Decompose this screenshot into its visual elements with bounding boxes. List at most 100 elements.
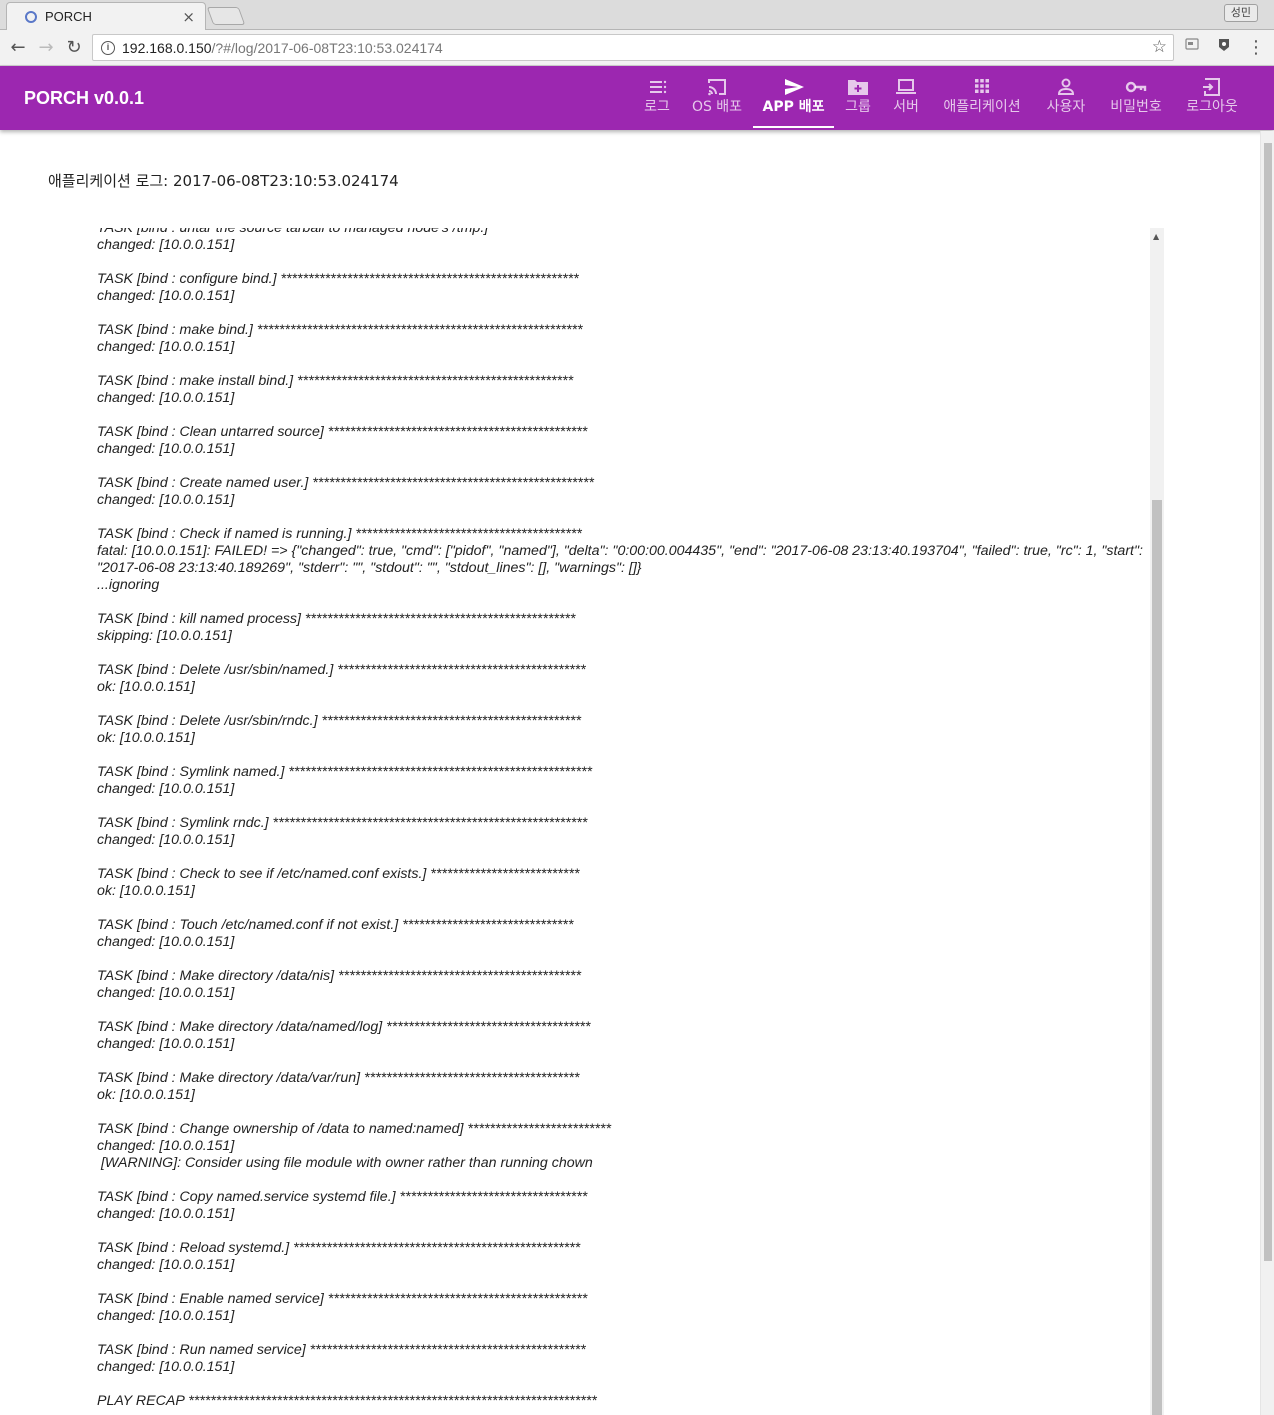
cast-icon — [688, 76, 746, 98]
log-task-line: TASK [bind : Reload systemd.] **********… — [97, 1240, 581, 1256]
laptop-icon — [890, 76, 922, 98]
nav-application[interactable]: 애플리케이션 — [938, 76, 1026, 128]
log-task-line: PLAY RECAP *****************************… — [97, 1393, 597, 1409]
forward-icon[interactable]: → — [34, 36, 58, 60]
nav-label: 비밀번호 — [1110, 99, 1162, 115]
log-result-line: ok: [10.0.0.151] — [97, 1087, 195, 1103]
log-entry: TASK [bind : Enable named service] *****… — [97, 1291, 1143, 1325]
log-task-line: TASK [bind : Copy named.service systemd … — [97, 1189, 588, 1205]
nav-os-deploy[interactable]: OS 배포 — [688, 76, 746, 128]
profile-button[interactable]: 성민 — [1223, 4, 1258, 22]
folder-add-icon — [842, 76, 874, 98]
log-task-line: TASK [bind : make install bind.] *******… — [97, 373, 574, 389]
nav-label: 로그아웃 — [1186, 99, 1238, 115]
log-task-line: TASK [bind : Symlink rndc.] ************… — [97, 815, 588, 831]
log-result-line: changed: [10.0.0.151] — [97, 1257, 235, 1273]
log-task-line: TASK [bind : Clean untarred source] ****… — [97, 424, 588, 440]
info-icon[interactable]: i — [101, 40, 115, 55]
nav-log[interactable]: 로그 — [640, 76, 674, 128]
log-result-line: changed: [10.0.0.151] — [97, 441, 235, 457]
log-scrollbar[interactable]: ▲ — [1150, 228, 1164, 1415]
page-scrollbar[interactable] — [1260, 131, 1274, 1415]
log-result-line: changed: [10.0.0.151] — [97, 237, 235, 253]
nav-logout[interactable]: 로그아웃 — [1182, 76, 1242, 128]
log-scroll-thumb[interactable] — [1152, 500, 1162, 1415]
nav-user[interactable]: 사용자 — [1043, 76, 1089, 128]
log-result-line: changed: [10.0.0.151] — [97, 1359, 235, 1375]
log-entry: TASK [bind : Make directory /data/nis] *… — [97, 968, 1143, 1002]
log-content: TASK [bind : untar the source tarball to… — [97, 228, 1143, 1415]
log-result-line: [WARNING]: Consider using file module wi… — [97, 1155, 593, 1171]
nav-group[interactable]: 그룹 — [842, 76, 874, 128]
log-entry: TASK [bind : Delete /usr/sbin/rndc.] ***… — [97, 713, 1143, 747]
bookmark-star-icon[interactable]: ☆ — [1152, 37, 1167, 57]
log-result-line: fatal: [10.0.0.151]: FAILED! => {"change… — [97, 543, 1147, 576]
app-brand[interactable]: PORCH v0.0.1 — [24, 88, 144, 109]
log-entry: TASK [bind : Copy named.service systemd … — [97, 1189, 1143, 1223]
log-result-line: changed: [10.0.0.151] — [97, 832, 235, 848]
new-tab-button[interactable] — [206, 7, 246, 25]
shield-extension-icon[interactable] — [1216, 38, 1232, 54]
scroll-up-arrow-icon[interactable]: ▲ — [1153, 232, 1159, 241]
address-bar[interactable]: i 192.168.0.150/?#/log/2017-06-08T23:10:… — [92, 34, 1174, 61]
log-result-line: ok: [10.0.0.151] — [97, 679, 195, 695]
nav-label: 서버 — [893, 99, 919, 115]
log-entry: TASK [bind : Run named service] ********… — [97, 1342, 1143, 1376]
log-entry: TASK [bind : configure bind.] **********… — [97, 271, 1143, 305]
log-result-line: changed: [10.0.0.151] — [97, 1036, 235, 1052]
log-entry: TASK [bind : Check if named is running.]… — [97, 526, 1143, 594]
log-entry: TASK [bind : Symlink named.] ***********… — [97, 764, 1143, 798]
tab-close-icon[interactable]: × — [182, 8, 195, 26]
nav-label: 그룹 — [845, 99, 871, 115]
nav-app-deploy[interactable]: APP 배포 — [753, 76, 834, 128]
log-result-line: ...ignoring — [97, 577, 160, 593]
cast-extension-icon[interactable] — [1184, 38, 1200, 54]
log-entry: TASK [bind : Symlink rndc.] ************… — [97, 815, 1143, 849]
log-entry: TASK [bind : Clean untarred source] ****… — [97, 424, 1143, 458]
log-result-line: changed: [10.0.0.151] — [97, 781, 235, 797]
log-task-line: TASK [bind : Check to see if /etc/named.… — [97, 866, 580, 882]
log-result-line: changed: [10.0.0.151] — [97, 492, 235, 508]
log-task-line: TASK [bind : Create named user.] *******… — [97, 475, 594, 491]
log-task-line: TASK [bind : Run named service] ********… — [97, 1342, 586, 1358]
log-result-line: ok: [10.0.0.151] — [97, 883, 195, 899]
nav-label: OS 배포 — [691, 99, 743, 115]
exit-icon — [1182, 76, 1242, 98]
send-icon — [753, 76, 834, 98]
tab-favicon-icon — [25, 10, 37, 23]
log-task-line: TASK [bind : Check if named is running.]… — [97, 526, 582, 542]
tab-title: PORCH — [45, 9, 92, 24]
log-entry: TASK [bind : make install bind.] *******… — [97, 373, 1143, 407]
log-entry: PLAY RECAP *****************************… — [97, 1393, 1143, 1410]
log-entry: TASK [bind : make bind.] ***************… — [97, 322, 1143, 356]
log-result-line: changed: [10.0.0.151] — [97, 339, 235, 355]
browser-tab[interactable]: PORCH × — [6, 2, 206, 30]
log-task-line: TASK [bind : Change ownership of /data t… — [97, 1121, 611, 1137]
nav-label: APP 배포 — [762, 99, 825, 115]
page-scroll-thumb[interactable] — [1264, 143, 1272, 1261]
page-title: 애플리케이션 로그: 2017-06-08T23:10:53.024174 — [48, 172, 399, 190]
nav-label: 애플리케이션 — [943, 99, 1021, 115]
log-entry: TASK [bind : Make directory /data/var/ru… — [97, 1070, 1143, 1104]
apps-grid-icon — [938, 76, 1026, 98]
nav-server[interactable]: 서버 — [890, 76, 922, 128]
log-entry: TASK [bind : Delete /usr/sbin/named.] **… — [97, 662, 1143, 696]
log-entry: TASK [bind : Create named user.] *******… — [97, 475, 1143, 509]
log-entry: TASK [bind : Reload systemd.] **********… — [97, 1240, 1143, 1274]
url-path: /?#/log/2017-06-08T23:10:53.024174 — [211, 39, 443, 56]
log-result-line: changed: [10.0.0.151] — [97, 288, 235, 304]
person-icon — [1043, 76, 1089, 98]
log-task-line: TASK [bind : Make directory /data/named/… — [97, 1019, 591, 1035]
log-task-line: TASK [bind : configure bind.] **********… — [97, 271, 579, 287]
log-task-line: TASK [bind : Symlink named.] ***********… — [97, 764, 593, 780]
log-result-line: skipping: [10.0.0.151] — [97, 628, 232, 644]
browser-menu-icon[interactable]: ⋮ — [1244, 36, 1268, 60]
log-task-line: TASK [bind : Enable named service] *****… — [97, 1291, 588, 1307]
reload-icon[interactable]: ↻ — [62, 36, 86, 60]
log-result-line: changed: [10.0.0.151] — [97, 985, 235, 1001]
nav-label: 사용자 — [1046, 99, 1086, 115]
log-viewer[interactable]: TASK [bind : untar the source tarball to… — [88, 228, 1164, 1415]
back-icon[interactable]: ← — [6, 36, 30, 60]
log-task-line: TASK [bind : Make directory /data/var/ru… — [97, 1070, 580, 1086]
nav-password[interactable]: 비밀번호 — [1106, 76, 1166, 128]
